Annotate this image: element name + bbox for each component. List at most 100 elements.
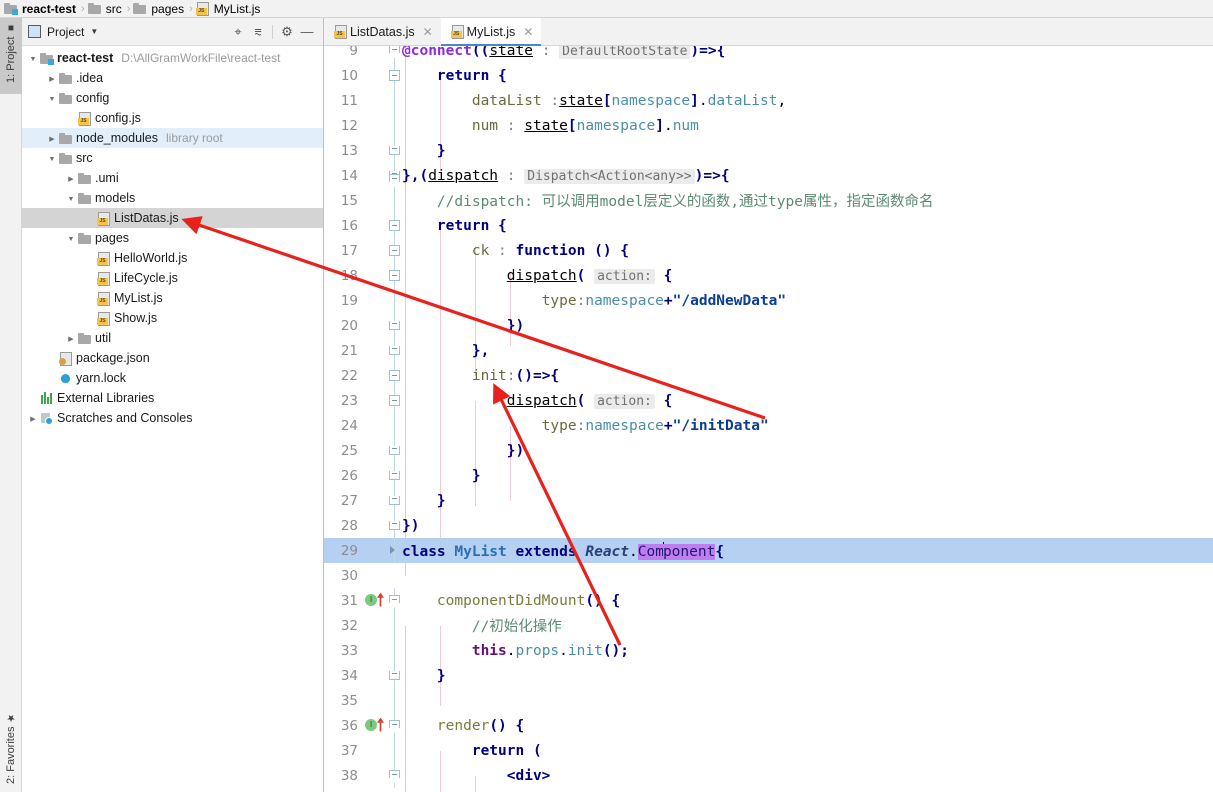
code-line[interactable]: 32 //初始化操作 <box>324 613 1213 638</box>
code-line[interactable]: 37 return ( <box>324 738 1213 763</box>
tree-item[interactable]: Scratches and Consoles <box>22 408 323 428</box>
tree-item[interactable]: models <box>22 188 323 208</box>
tree-item[interactable]: JS MyList.js <box>22 288 323 308</box>
code-line[interactable]: 28}) <box>324 513 1213 538</box>
code-line[interactable]: 15 //dispatch: 可以调用model层定义的函数,通过type属性，… <box>324 188 1213 213</box>
code-line[interactable]: 31 I componentDidMount() { <box>324 588 1213 613</box>
tree-item[interactable]: JS config.js <box>22 108 323 128</box>
chevron-down-icon[interactable]: ▼ <box>90 27 98 36</box>
tree-item[interactable]: yarn.lock <box>22 368 323 388</box>
code-line[interactable]: 26 } <box>324 463 1213 488</box>
code-folding-control[interactable] <box>388 238 402 263</box>
tree-expand-right-icon[interactable] <box>45 73 59 83</box>
hide-panel-icon[interactable]: — <box>297 22 317 42</box>
tree-item[interactable]: config <box>22 88 323 108</box>
tree-item[interactable]: External Libraries <box>22 388 323 408</box>
code-folding-control[interactable] <box>388 338 402 363</box>
tree-item[interactable]: JS Show.js <box>22 308 323 328</box>
code-line[interactable]: 12 num : state[namespace].num <box>324 113 1213 138</box>
locate-icon[interactable]: ⌖ <box>228 22 248 42</box>
code-line[interactable]: 24 type:namespace+"/initData" <box>324 413 1213 438</box>
code-line[interactable]: 34 } <box>324 663 1213 688</box>
code-line[interactable]: 16 return { <box>324 213 1213 238</box>
code-folding-control[interactable] <box>388 413 402 438</box>
code-folding-control[interactable] <box>388 63 402 88</box>
override-arrow-icon[interactable] <box>377 717 384 732</box>
code-folding-control[interactable] <box>388 688 402 713</box>
tree-expand-down-icon[interactable] <box>45 93 59 103</box>
code-folding-control[interactable] <box>388 738 402 763</box>
tree-item[interactable]: pages <box>22 228 323 248</box>
tree-item[interactable]: JS ListDatas.js <box>22 208 323 228</box>
code-folding-control[interactable] <box>388 188 402 213</box>
code-folding-control[interactable] <box>388 463 402 488</box>
settings-gear-icon[interactable]: ⚙ <box>277 22 297 42</box>
code-folding-control[interactable] <box>388 263 402 288</box>
code-line[interactable]: 30 <box>324 563 1213 588</box>
code-folding-control[interactable] <box>388 88 402 113</box>
code-folding-control[interactable] <box>388 538 402 563</box>
code-line[interactable]: 17 ck : function () { <box>324 238 1213 263</box>
code-editor[interactable]: 9 @connect((state : DefaultRootState)=>{1… <box>324 46 1213 792</box>
breadcrumb-item-react-test[interactable]: react-test <box>4 0 78 18</box>
tree-expand-right-icon[interactable] <box>45 133 59 143</box>
code-folding-control[interactable] <box>388 563 402 588</box>
code-folding-control[interactable] <box>388 388 402 413</box>
code-folding-control[interactable] <box>388 113 402 138</box>
tree-item[interactable]: src <box>22 148 323 168</box>
tree-expand-down-icon[interactable] <box>26 53 40 63</box>
code-folding-control[interactable] <box>388 46 402 63</box>
sidebar-tab-project[interactable]: 1: Project ■ <box>0 18 22 94</box>
code-line[interactable]: 29 class MyList extends React.Component{ <box>324 538 1213 563</box>
code-line[interactable]: 19 type:namespace+"/addNewData" <box>324 288 1213 313</box>
code-folding-control[interactable] <box>388 163 402 188</box>
code-line[interactable]: 33 this.props.init(); <box>324 638 1213 663</box>
tree-item[interactable]: .idea <box>22 68 323 88</box>
breadcrumb-item-mylist[interactable]: JS MyList.js <box>195 0 263 18</box>
code-folding-control[interactable] <box>388 488 402 513</box>
close-icon[interactable]: ✕ <box>423 25 433 39</box>
override-arrow-icon[interactable] <box>377 592 384 607</box>
collapse-all-icon[interactable]: ⩳ <box>248 22 268 42</box>
code-line[interactable]: 13 } <box>324 138 1213 163</box>
code-line[interactable]: 9 @connect((state : DefaultRootState)=>{ <box>324 46 1213 63</box>
code-folding-control[interactable] <box>388 313 402 338</box>
breadcrumb-item-pages[interactable]: pages <box>133 0 186 18</box>
tree-item[interactable]: JS LifeCycle.js <box>22 268 323 288</box>
code-folding-control[interactable] <box>388 588 402 613</box>
close-icon[interactable]: ✕ <box>523 25 533 39</box>
tree-item[interactable]: package.json <box>22 348 323 368</box>
code-line[interactable]: 18 dispatch( action: { <box>324 263 1213 288</box>
tree-expand-right-icon[interactable] <box>64 173 78 183</box>
code-folding-control[interactable] <box>388 763 402 788</box>
code-folding-control[interactable] <box>388 513 402 538</box>
tree-item[interactable]: JS HelloWorld.js <box>22 248 323 268</box>
tree-item[interactable]: .umi <box>22 168 323 188</box>
implementing-method-icon[interactable]: I <box>365 719 377 731</box>
code-folding-control[interactable] <box>388 363 402 388</box>
editor-tab-listdatas[interactable]: JS ListDatas.js ✕ <box>324 18 441 45</box>
code-folding-control[interactable] <box>388 663 402 688</box>
code-folding-control[interactable] <box>388 613 402 638</box>
code-line[interactable]: 10 return { <box>324 63 1213 88</box>
tree-item[interactable]: node_modules library root <box>22 128 323 148</box>
implementing-method-icon[interactable]: I <box>365 594 377 606</box>
code-line[interactable]: 27 } <box>324 488 1213 513</box>
code-line[interactable]: 23 dispatch( action: { <box>324 388 1213 413</box>
tree-expand-down-icon[interactable] <box>64 233 78 243</box>
code-folding-control[interactable] <box>388 438 402 463</box>
code-line[interactable]: 14},(dispatch : Dispatch<Action<any>>)=>… <box>324 163 1213 188</box>
code-line[interactable]: 36 I render() { <box>324 713 1213 738</box>
code-line[interactable]: 25 }) <box>324 438 1213 463</box>
tree-expand-down-icon[interactable] <box>64 193 78 203</box>
tree-item[interactable]: util <box>22 328 323 348</box>
code-line[interactable]: 35 <box>324 688 1213 713</box>
code-folding-control[interactable] <box>388 713 402 738</box>
code-folding-control[interactable] <box>388 638 402 663</box>
breadcrumb-item-src[interactable]: src <box>87 0 124 18</box>
code-line[interactable]: 38 <div> <box>324 763 1213 788</box>
code-folding-control[interactable] <box>388 213 402 238</box>
code-line[interactable]: 21 }, <box>324 338 1213 363</box>
code-folding-control[interactable] <box>388 138 402 163</box>
sidebar-tab-favorites[interactable]: 2: Favorites ★ <box>0 708 22 792</box>
